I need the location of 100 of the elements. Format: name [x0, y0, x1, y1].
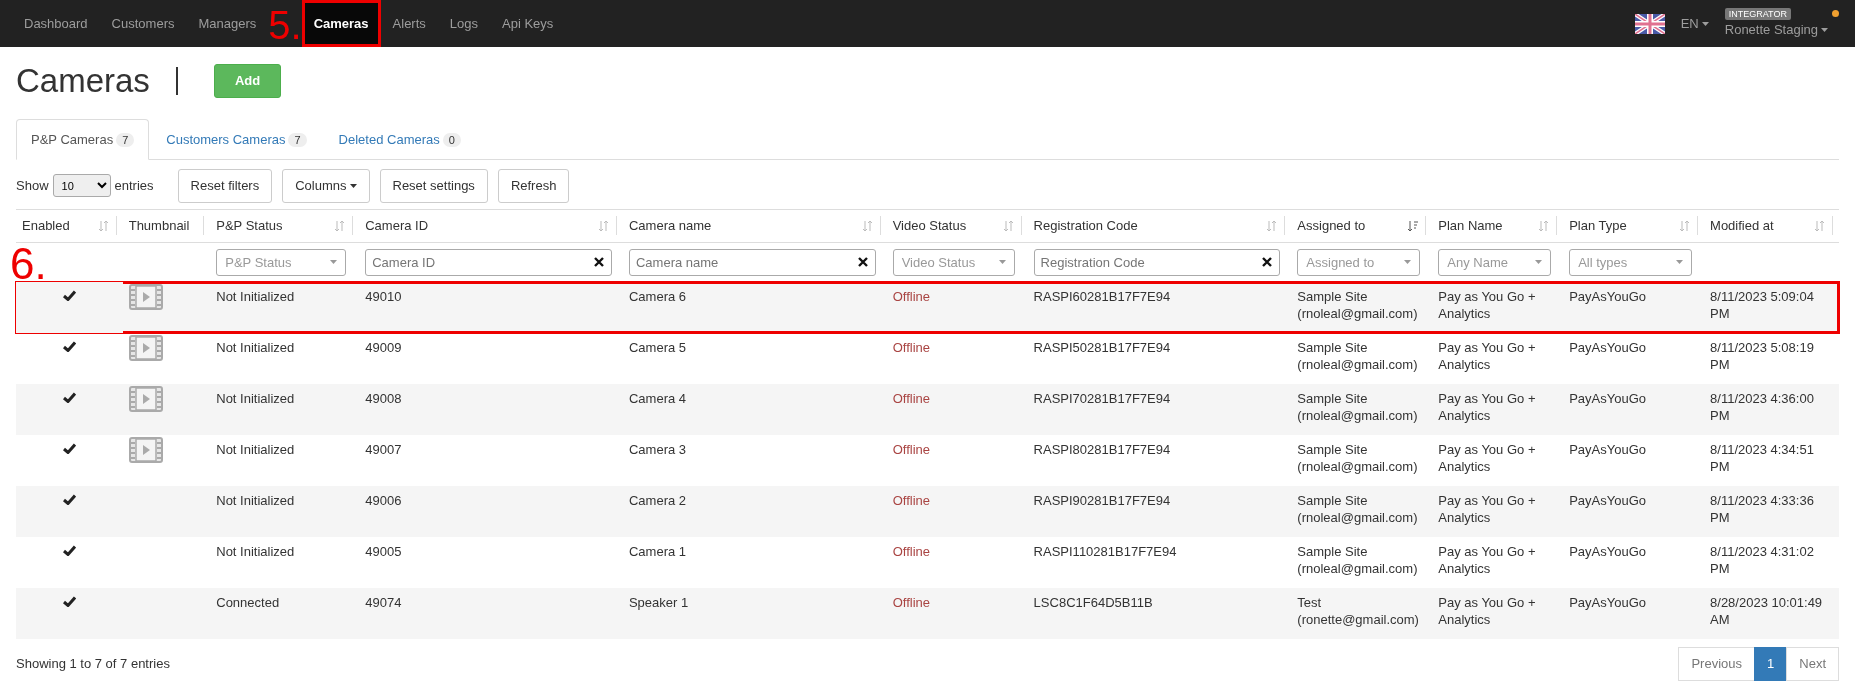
site-email: (rnoleal@gmail.com)	[1297, 560, 1419, 578]
pagination-button[interactable]: 1	[1754, 647, 1788, 681]
toolbar-button[interactable]: Reset settings	[379, 169, 488, 203]
caret-icon	[999, 260, 1007, 265]
nav-link[interactable]: Managers	[186, 0, 269, 47]
nav-link[interactable]: Alerts	[380, 0, 438, 47]
column-header[interactable]: Camera name	[628, 215, 712, 236]
site-email: (ronette@gmail.com)	[1297, 611, 1420, 629]
page-title: Cameras	[16, 61, 150, 101]
nav-link[interactable]: Customers	[99, 0, 187, 47]
pagination-button[interactable]: Previous	[1678, 647, 1756, 681]
site-email: (rnoleal@gmail.com)	[1297, 458, 1419, 476]
table-cell: RASPI60281B17F7E94	[1027, 282, 1292, 334]
column-header[interactable]: Registration Code	[1033, 215, 1138, 236]
column-header[interactable]: Enabled	[22, 215, 70, 236]
annotation-number: 6.	[10, 242, 47, 287]
site-name: Sample Site	[1297, 339, 1369, 357]
pagination-button[interactable]: Next	[1786, 647, 1839, 681]
column-header[interactable]: Thumbnail	[128, 215, 190, 236]
table-cell: 8/11/2023 4:36:00 PM	[1704, 384, 1839, 436]
caret-icon	[1701, 21, 1709, 26]
filter-field[interactable]: Camera name	[628, 248, 876, 276]
caret-icon	[1821, 27, 1828, 32]
table-cell: RASPI110281B17F7E94	[1027, 537, 1292, 589]
table-cell: RASPI70281B17F7E94	[1027, 384, 1292, 436]
role-badge: INTEGRATOR	[1724, 7, 1791, 20]
column-header[interactable]: P&P Status	[216, 215, 283, 236]
table-cell: RASPI50281B17F7E94	[1027, 333, 1292, 385]
table-cell: Pay as You Go + Analytics	[1432, 588, 1564, 640]
site-name: Sample Site	[1297, 492, 1369, 510]
column-header[interactable]: Video Status	[892, 215, 967, 236]
column-header[interactable]: Modified at	[1710, 215, 1774, 236]
table-cell: Pay as You Go + Analytics	[1432, 537, 1564, 589]
nav-link[interactable]: Cameras	[301, 0, 381, 47]
flag-icon[interactable]	[1634, 13, 1665, 34]
table-cell: Camera 3	[622, 435, 887, 487]
show-label: Show	[16, 177, 49, 196]
table-cell: Offline	[886, 282, 1028, 334]
annotation-number: 5.	[268, 5, 302, 45]
table-cell: 8/11/2023 5:08:19 PM	[1704, 333, 1839, 385]
table-cell: PayAsYouGo	[1563, 486, 1705, 538]
table-cell: Offline	[886, 435, 1028, 487]
table-cell: Camera 1	[622, 537, 887, 589]
caret-icon	[1403, 260, 1411, 265]
title-separator	[175, 66, 178, 95]
column-header[interactable]: Plan Name	[1438, 215, 1503, 236]
table-cell: Pay as You Go + Analytics	[1432, 384, 1564, 436]
table-cell: Offline	[886, 384, 1028, 436]
table-cell: Camera 2	[622, 486, 887, 538]
table-cell: 49007	[359, 435, 623, 487]
table-cell: Pay as You Go + Analytics	[1432, 435, 1564, 487]
language-dropdown[interactable]: EN	[1680, 13, 1709, 34]
column-header[interactable]: Plan Type	[1569, 215, 1627, 236]
table-cell: PayAsYouGo	[1563, 333, 1705, 385]
table-cell: Connected	[210, 588, 360, 640]
table-cell: PayAsYouGo	[1563, 435, 1705, 487]
toolbar-button[interactable]: Reset filters	[177, 169, 273, 203]
filter-field[interactable]: Registration Code	[1033, 248, 1281, 276]
toolbar-button[interactable]: Refresh	[497, 169, 570, 203]
filter-field[interactable]: Camera ID	[365, 248, 612, 276]
table-cell: 49010	[359, 282, 623, 334]
table-cell: Pay as You Go + Analytics	[1432, 333, 1564, 385]
table-cell: Offline	[886, 486, 1028, 538]
entries-label: entries	[114, 177, 154, 196]
table-cell: 49008	[359, 384, 623, 436]
tab[interactable]: Customers Cameras 7	[151, 118, 322, 161]
column-header[interactable]: Assigned to	[1297, 215, 1366, 236]
entries-info: Showing 1 to 7 of 7 entries	[16, 655, 170, 674]
table-cell: 8/11/2023 5:09:04 PM	[1704, 282, 1839, 334]
table-cell: Not Initialized	[210, 384, 360, 436]
table-cell: Not Initialized	[210, 333, 360, 385]
site-email: (rnoleal@gmail.com)	[1297, 509, 1419, 527]
table-cell: RASPI90281B17F7E94	[1027, 486, 1292, 538]
toolbar-button[interactable]: Columns	[282, 169, 370, 203]
tab[interactable]: Deleted Cameras 0	[323, 118, 476, 161]
user-dropdown[interactable]: Ronette Staging	[1724, 19, 1828, 40]
page-size-select[interactable]: 10	[52, 174, 111, 198]
table-cell: 8/28/2023 10:01:49 AM	[1704, 588, 1839, 640]
site-email: (rnoleal@gmail.com)	[1297, 407, 1419, 425]
caret-icon	[349, 183, 357, 188]
table-cell: 8/11/2023 4:34:51 PM	[1704, 435, 1839, 487]
clear-icon[interactable]	[593, 256, 604, 267]
table-cell: Offline	[886, 537, 1028, 589]
table-cell: Offline	[886, 588, 1028, 640]
table-cell: PayAsYouGo	[1563, 282, 1705, 334]
column-header[interactable]: Camera ID	[365, 215, 429, 236]
nav-link[interactable]: Logs	[437, 0, 490, 47]
clear-icon[interactable]	[1262, 256, 1273, 267]
table-cell: 8/11/2023 4:31:02 PM	[1704, 537, 1839, 589]
table-cell: RASPI80281B17F7E94	[1027, 435, 1292, 487]
tab[interactable]: P&P Cameras 7	[16, 118, 150, 161]
nav-link[interactable]: Api Keys	[490, 0, 566, 47]
table-cell: 49005	[359, 537, 623, 589]
caret-icon	[1675, 260, 1683, 265]
site-name: Sample Site	[1297, 288, 1369, 306]
site-email: (rnoleal@gmail.com)	[1297, 305, 1419, 323]
site-name: Test	[1297, 594, 1323, 612]
nav-link[interactable]: Dashboard	[12, 0, 100, 47]
clear-icon[interactable]	[857, 256, 868, 267]
table-cell: Camera 6	[622, 282, 887, 334]
